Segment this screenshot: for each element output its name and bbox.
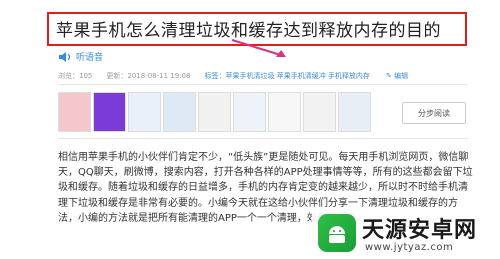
step-thumbnail[interactable] bbox=[93, 92, 126, 132]
android-logo-icon bbox=[318, 214, 356, 252]
annotation-arrow bbox=[231, 39, 286, 57]
listen-audio-button[interactable]: 听语音 bbox=[58, 50, 103, 63]
article-meta: 浏览：105 更新：2018-08-11 19:08 标签：苹果手机清垃圾 苹果… bbox=[58, 71, 370, 81]
pencil-icon: ✎ bbox=[386, 72, 392, 80]
step-thumbnail[interactable] bbox=[198, 92, 231, 132]
speaker-icon bbox=[59, 51, 71, 62]
divider bbox=[58, 84, 468, 85]
views-count: 浏览：105 bbox=[58, 72, 93, 80]
watermark-url: www.jytyaz.com bbox=[365, 242, 454, 253]
watermark-title: 天源安卓网 bbox=[362, 218, 478, 243]
step-thumbnails bbox=[58, 92, 371, 132]
step-thumbnail[interactable] bbox=[163, 92, 196, 132]
android-robot-icon bbox=[329, 226, 345, 243]
listen-label: 听语音 bbox=[76, 53, 104, 63]
step-thumbnail[interactable] bbox=[303, 92, 336, 132]
step-thumbnail[interactable] bbox=[58, 92, 91, 132]
edit-link[interactable]: ✎ 编辑 bbox=[386, 71, 408, 81]
tags-list[interactable]: 标签：苹果手机清垃圾 苹果手机清缓冲 手机释放内存 bbox=[204, 71, 369, 81]
step-thumbnail[interactable] bbox=[233, 92, 266, 132]
divider bbox=[58, 138, 468, 139]
step-thumbnail[interactable] bbox=[268, 92, 301, 132]
step-thumbnail[interactable] bbox=[338, 92, 371, 132]
step-read-button[interactable]: 分步阅读 bbox=[402, 102, 466, 124]
edit-label: 编辑 bbox=[394, 72, 409, 80]
updated-date: 更新：2018-08-11 19:08 bbox=[106, 72, 191, 80]
step-thumbnail[interactable] bbox=[128, 92, 161, 132]
